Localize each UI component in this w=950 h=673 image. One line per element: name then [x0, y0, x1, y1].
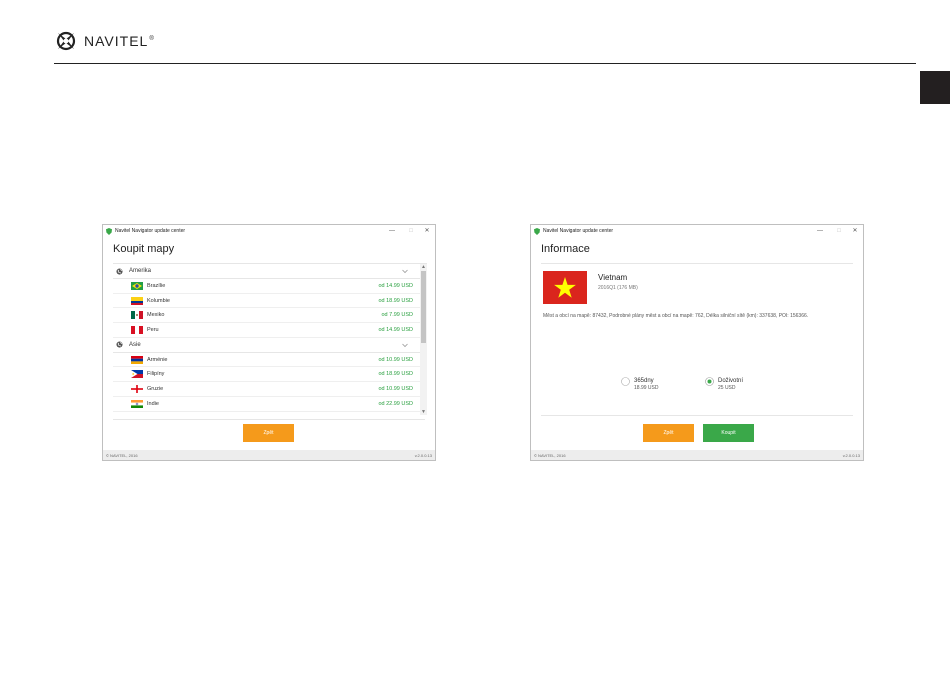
- country-title: Vietnam: [598, 273, 628, 282]
- flag-armenia-icon: [131, 355, 143, 364]
- country-name: Kolumbie: [147, 297, 170, 304]
- country-name: Gruzie: [147, 385, 164, 392]
- window-title: Navitel Navigator update center: [543, 228, 614, 234]
- option-label: Doživotní: [718, 378, 744, 384]
- scroll-down-icon[interactable]: ▼: [420, 409, 427, 415]
- header-divider: [54, 63, 916, 64]
- title-bar: Navitel Navigator update center — □ ✕: [531, 225, 863, 237]
- map-description: Měst a obcí na mapě: 87432, Podrobné plá…: [543, 313, 809, 319]
- minimize-button[interactable]: —: [387, 226, 397, 236]
- scroll-up-icon[interactable]: ▲: [420, 264, 427, 271]
- footer-divider: [113, 419, 425, 420]
- list-item-mexiko[interactable]: Mexiko od 7.99 USD: [113, 308, 427, 324]
- maximize-button[interactable]: □: [834, 226, 844, 236]
- flag-vietnam-icon: [543, 271, 587, 304]
- radio-checked-icon[interactable]: [705, 377, 714, 386]
- side-tab-marker: [920, 71, 950, 104]
- window-title: Navitel Navigator update center: [115, 228, 186, 234]
- price-label: od 18.99 USD: [378, 371, 413, 378]
- list-item-filipiny[interactable]: Filipíny od 18.99 USD: [113, 367, 427, 383]
- scroll-thumb[interactable]: [421, 271, 426, 343]
- country-name: Brazílie: [147, 282, 166, 289]
- navitel-logo-icon: [56, 31, 76, 51]
- option-label: 365dny: [634, 378, 654, 384]
- option-lifetime[interactable]: Doživotní 25 USD: [705, 377, 743, 392]
- page-title: Informace: [541, 243, 590, 255]
- price-label: od 10.99 USD: [378, 356, 413, 363]
- list-item-peru[interactable]: Peru od 14.99 USD: [113, 323, 427, 338]
- country-name: Mexiko: [147, 312, 165, 319]
- back-button[interactable]: Zpět: [643, 424, 694, 442]
- group-asie[interactable]: Asie: [113, 338, 427, 353]
- buy-maps-window: Navitel Navigator update center — □ ✕ Ko…: [102, 224, 436, 461]
- globe-icon: [116, 341, 123, 348]
- price-label: od 7.99 USD: [381, 312, 414, 319]
- minimize-button[interactable]: —: [815, 226, 825, 236]
- price-label: od 14.99 USD: [378, 326, 413, 333]
- option-365-days[interactable]: 365dny 18.99 USD: [621, 377, 658, 392]
- version-text: v.2.0.0.13: [842, 452, 860, 458]
- list-item-brazilie[interactable]: Brazílie od 14.99 USD: [113, 279, 427, 294]
- flag-mexico-icon: [131, 311, 143, 320]
- navitel-shield-icon: [534, 227, 540, 235]
- map-list: Amerika Brazílie od 14.99 USD Kolumbie o…: [113, 263, 427, 415]
- price-label: od 10.99 USD: [378, 385, 413, 392]
- info-window: Navitel Navigator update center — □ ✕ In…: [530, 224, 864, 461]
- flag-georgia-icon: [131, 384, 143, 393]
- status-bar: © NAVITEL, 2016 v.2.0.0.13: [103, 450, 435, 460]
- footer-divider: [541, 415, 853, 416]
- group-name: Asie: [129, 341, 141, 348]
- page-title: Koupit mapy: [113, 243, 175, 255]
- flag-brazil-icon: [131, 281, 143, 290]
- heading-divider: [541, 263, 853, 264]
- brand-name: NAVITEL®: [84, 33, 155, 49]
- navitel-shield-icon: [106, 227, 112, 235]
- list-item-gruzie[interactable]: Gruzie od 10.99 USD: [113, 382, 427, 397]
- back-button[interactable]: Zpět: [243, 424, 294, 442]
- option-price: 18.99 USD: [634, 385, 659, 391]
- flag-peru-icon: [131, 325, 143, 334]
- price-label: od 14.99 USD: [378, 282, 413, 289]
- copyright-text: © NAVITEL, 2016: [106, 452, 138, 458]
- title-bar: Navitel Navigator update center — □ ✕: [103, 225, 435, 237]
- status-bar: © NAVITEL, 2016 v.2.0.0.13: [531, 450, 863, 460]
- chevron-down-icon[interactable]: [401, 341, 409, 349]
- flag-philippines-icon: [131, 370, 143, 379]
- list-item-armenie[interactable]: Arménie od 10.99 USD: [113, 353, 427, 368]
- country-name: Arménie: [147, 356, 168, 363]
- list-item-kolumbie[interactable]: Kolumbie od 18.99 USD: [113, 294, 427, 309]
- close-button[interactable]: ✕: [850, 226, 860, 236]
- option-price: 25 USD: [718, 385, 736, 391]
- list-item-indie[interactable]: Indie od 22.99 USD: [113, 397, 427, 412]
- navitel-brand: NAVITEL®: [54, 28, 155, 54]
- globe-icon: [116, 267, 123, 275]
- group-amerika[interactable]: Amerika: [113, 264, 427, 279]
- country-name: Peru: [147, 326, 159, 333]
- group-name: Amerika: [129, 268, 152, 274]
- copyright-text: © NAVITEL, 2016: [534, 452, 566, 458]
- maximize-button[interactable]: □: [406, 226, 416, 236]
- chevron-down-icon[interactable]: [401, 267, 409, 275]
- radio-unchecked-icon[interactable]: [621, 377, 630, 386]
- close-button[interactable]: ✕: [422, 226, 432, 236]
- country-name: Filipíny: [147, 371, 165, 378]
- country-name: Indie: [147, 400, 159, 407]
- price-label: od 22.99 USD: [378, 400, 413, 407]
- map-version: 2016Q1 (176 MB): [598, 285, 638, 291]
- flag-colombia-icon: [131, 296, 143, 305]
- price-label: od 18.99 USD: [378, 297, 413, 304]
- buy-button[interactable]: Koupit: [703, 424, 754, 442]
- list-scrollbar[interactable]: ▲ ▼: [420, 264, 427, 415]
- flag-india-icon: [131, 399, 143, 408]
- version-text: v.2.0.0.13: [414, 452, 432, 458]
